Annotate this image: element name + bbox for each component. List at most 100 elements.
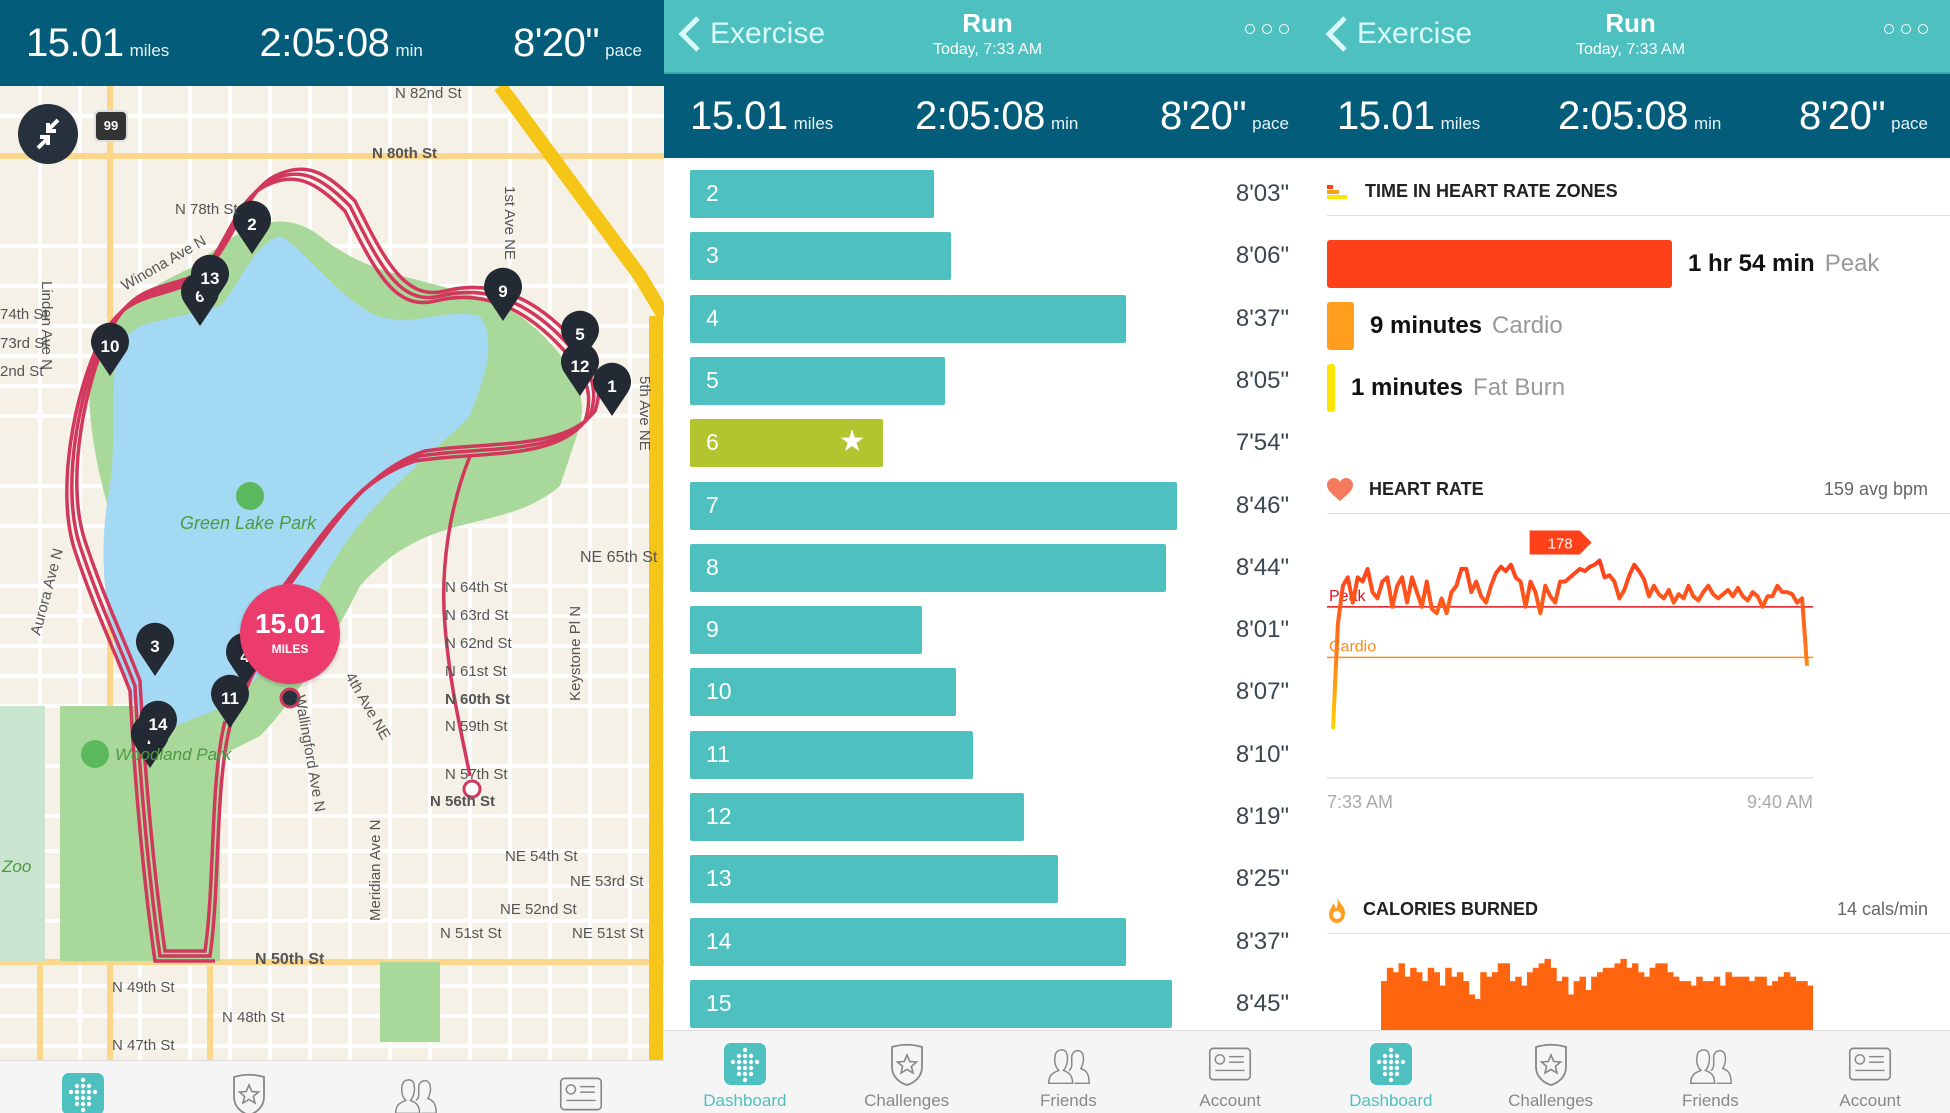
street-label: N 80th St (372, 145, 437, 162)
chart-start-time: 7:33 AM (1327, 792, 1394, 812)
street-label: NE 53rd St (570, 873, 644, 890)
zone-time: 1 hr 54 min (1688, 250, 1815, 277)
street-label: N 60th St (445, 691, 510, 708)
street-label: N 50th St (255, 951, 325, 968)
street-label: N 63rd St (445, 607, 509, 624)
duration-stat: 2:05:08 min (259, 20, 423, 65)
map-canvas[interactable]: 123456791011121314 N 82nd St N 80th St N… (0, 86, 664, 1061)
split-row[interactable]: 9 8'01" (690, 606, 1289, 655)
summary-stats-bar: 15.01 miles 2:05:08 min 8'20" pace (1311, 72, 1950, 158)
more-options-button[interactable] (1245, 24, 1289, 34)
tab-friends[interactable] (340, 1071, 490, 1113)
calories-bar (1667, 972, 1674, 1030)
tab-friends[interactable]: Friends (1635, 1041, 1785, 1111)
split-bar[interactable]: 13 (690, 855, 1059, 904)
split-pace: 8'10" (1235, 740, 1289, 768)
split-row[interactable]: 4 8'37" (690, 294, 1289, 343)
split-row[interactable]: 14 8'37" (690, 917, 1289, 966)
split-row[interactable]: 2 8'03" (690, 170, 1289, 218)
tab-challenges[interactable] (174, 1071, 324, 1113)
splits-list[interactable]: 2 8'03" 3 8'06" 4 8'37" 5 8'05" 6 ★ 7'54" 7 8'46" 8 8'… (664, 158, 1311, 1030)
tab-account[interactable]: Account (1155, 1041, 1305, 1111)
tab-bar: Dashboard Challenges Friends Account (1311, 1030, 1950, 1113)
park-icon (236, 482, 264, 510)
split-row[interactable]: 11 8'10" (690, 730, 1289, 779)
mile-marker-label: 14 (149, 715, 168, 734)
split-row[interactable]: 8 8'44" (690, 543, 1289, 592)
split-bar[interactable]: 15 (690, 979, 1172, 1028)
calories-chart[interactable] (1327, 950, 1813, 1030)
collapse-map-button[interactable] (18, 104, 78, 164)
tab-challenges[interactable]: Challenges (1476, 1041, 1626, 1111)
split-bar-best[interactable]: 6 ★ (690, 419, 883, 468)
split-bar[interactable]: 9 (690, 606, 923, 655)
tab-account[interactable] (506, 1071, 656, 1113)
split-pace: 8'46" (1235, 491, 1289, 519)
tab-dashboard[interactable]: Dashboard (1316, 1041, 1466, 1111)
split-row[interactable]: 7 8'46" (690, 481, 1289, 530)
distance-stat: 15.01 miles (26, 20, 170, 65)
friends-icon (1048, 1049, 1091, 1085)
splits-panel: Exercise Run Today, 7:33 AM 15.01 miles 2… (664, 0, 1311, 1113)
calories-bar (1597, 972, 1604, 1030)
split-bar[interactable]: 3 (690, 232, 951, 281)
zone-row: 1 minutes Fat Burn (1327, 364, 1565, 412)
split-bar[interactable]: 5 (690, 356, 945, 405)
calories-bar (1649, 967, 1656, 1030)
park-icon (81, 740, 109, 768)
distance-stat: 15.01 miles (690, 93, 834, 138)
split-row[interactable]: 12 8'19" (690, 793, 1289, 841)
split-row[interactable]: 15 8'45" (690, 979, 1289, 1028)
calories-bar (1398, 963, 1405, 1030)
street-label: N 62nd St (445, 635, 513, 652)
street-label: N 78th St (175, 201, 238, 218)
street-label: NE 51st St (572, 925, 645, 942)
calories-bar (1725, 972, 1732, 1030)
summary-stats-bar: 15.01 miles 2:05:08 min 8'20" pace (664, 72, 1311, 158)
mile-marker-label: 3 (150, 637, 159, 656)
tab-dashboard[interactable]: Dashboard (670, 1041, 820, 1111)
calories-bar (1731, 976, 1738, 1030)
split-pace: 8'37" (1235, 304, 1289, 332)
nav-header: Exercise Run Today, 7:33 AM (1311, 0, 1950, 72)
split-bar[interactable]: 7 (690, 481, 1178, 530)
street-label: Linden Ave N (38, 281, 55, 370)
calories-bar (1661, 963, 1668, 1030)
street-label: N 61st St (445, 663, 508, 680)
calories-bar (1702, 981, 1709, 1030)
highway-shield-icon: 99 (94, 110, 128, 142)
mile-marker-label: 13 (201, 269, 220, 288)
split-row[interactable]: 10 8'07" (690, 668, 1289, 717)
calories-bar (1585, 990, 1592, 1030)
route-map[interactable]: 123456791011121314 N 82nd St N 80th St N… (0, 86, 664, 1061)
street-label: N 82nd St (395, 86, 463, 102)
split-bar[interactable]: 8 (690, 543, 1166, 592)
split-row[interactable]: 3 8'06" (690, 232, 1289, 281)
calories-bar (1416, 972, 1423, 1030)
split-pace: 8'45" (1235, 989, 1289, 1017)
calories-bar (1748, 981, 1756, 1030)
split-bar[interactable]: 12 (690, 793, 1025, 841)
split-bar[interactable]: 2 (690, 170, 934, 218)
split-bar[interactable]: 4 (690, 294, 1127, 343)
duration-stat: 2:05:08 min (1557, 93, 1722, 138)
zone-row: 9 minutes Cardio (1327, 302, 1563, 350)
mile-marker-pin[interactable]: 1 (593, 362, 631, 416)
calories-bar (1643, 976, 1651, 1030)
heart-rate-chart[interactable]: PeakCardio178 (1327, 520, 1813, 780)
split-bar[interactable]: 14 (690, 917, 1127, 966)
split-row[interactable]: 13 8'25" (690, 855, 1289, 904)
tab-challenges[interactable]: Challenges (832, 1041, 982, 1111)
heart-icon (1327, 477, 1353, 501)
zone-name: Cardio (1492, 312, 1563, 339)
calories-bar (1509, 981, 1516, 1030)
tab-friends[interactable]: Friends (993, 1041, 1143, 1111)
tab-account[interactable]: Account (1795, 1041, 1945, 1111)
split-row[interactable]: 5 8'05" (690, 356, 1289, 405)
tab-dashboard[interactable] (8, 1071, 158, 1113)
split-bar[interactable]: 10 (690, 668, 957, 717)
more-options-button[interactable] (1884, 24, 1928, 34)
split-bar[interactable]: 11 (690, 730, 974, 779)
calories-bar (1713, 976, 1721, 1030)
split-row[interactable]: 6 ★ 7'54" (690, 419, 1289, 468)
